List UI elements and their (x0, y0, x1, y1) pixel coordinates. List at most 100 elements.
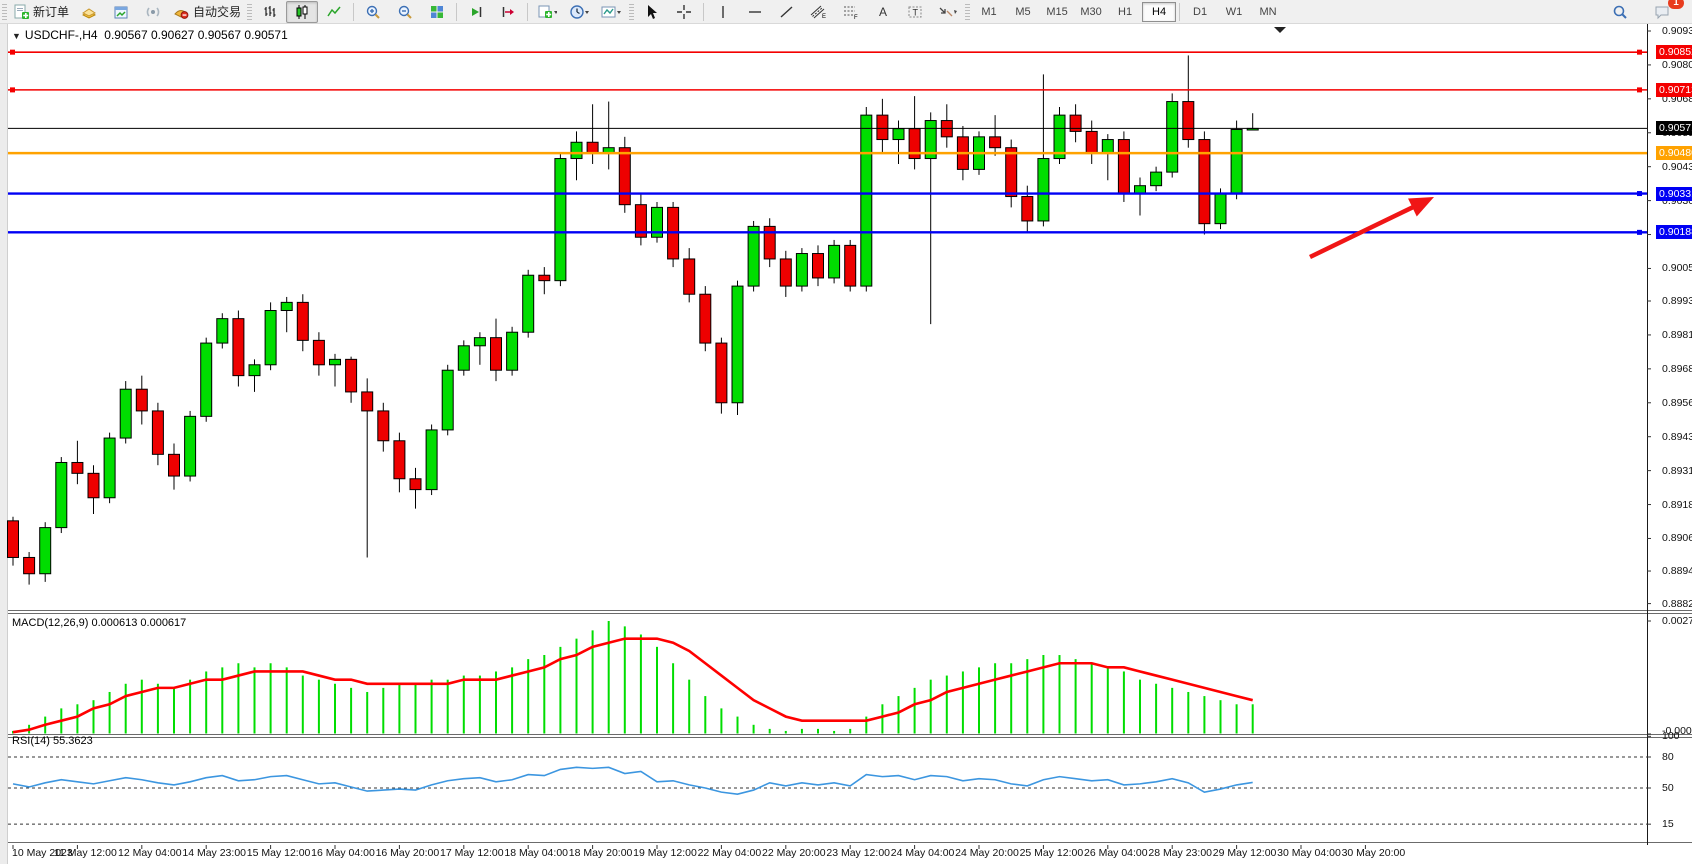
timeframe-m1-button[interactable]: M1 (972, 2, 1006, 22)
macd-max-label: 0.00273 (1662, 615, 1692, 627)
candle (1151, 172, 1162, 186)
chart-symbol-period: USDCHF-,H4 (25, 28, 98, 42)
svg-text:T: T (913, 7, 919, 17)
signals-button[interactable] (137, 1, 169, 23)
chart-shift-marker-icon[interactable] (1274, 27, 1286, 33)
time-axis-label: 19 May 12:00 (633, 847, 697, 859)
toolbar-grip[interactable] (247, 4, 252, 20)
new-order-button[interactable]: 新订单 (9, 1, 73, 23)
chart-window-icon (113, 4, 129, 20)
trend-arrow-annotation[interactable] (1310, 197, 1434, 257)
autotrading-button[interactable]: 自动交易 (169, 1, 245, 23)
svg-text:E: E (822, 14, 826, 20)
candle (281, 302, 292, 310)
candle (684, 259, 695, 294)
macd-indicator-label: MACD(12,26,9) 0.000613 0.000617 (12, 617, 186, 629)
time-axis-label: 24 May 20:00 (955, 847, 1019, 859)
candle (313, 340, 324, 364)
timeframe-d1-button[interactable]: D1 (1183, 2, 1217, 22)
timeframe-m15-button[interactable]: M15 (1040, 2, 1074, 22)
rsi-indicator-label: RSI(14) 55.3623 (12, 735, 93, 747)
candle (24, 557, 35, 573)
arrows-tool-button[interactable] (931, 1, 963, 23)
auto-scroll-button[interactable] (460, 1, 492, 23)
candle (8, 521, 19, 558)
time-axis-label: 24 May 04:00 (891, 847, 955, 859)
price-marker-pivot: 0.90480 (1656, 146, 1692, 160)
candlestick-chart-type-button[interactable] (286, 1, 318, 23)
time-axis-label: 28 May 23:00 (1148, 847, 1212, 859)
candle (72, 462, 83, 473)
vertical-line-icon (715, 4, 731, 20)
rsi-level-label: 15 (1662, 818, 1674, 830)
new-chart-button[interactable] (531, 1, 563, 23)
price-tick-label: 0.89685 (1662, 363, 1692, 375)
text-label-tool-button[interactable]: T (899, 1, 931, 23)
price-tick-label: 0.90805 (1662, 59, 1692, 71)
charts-button[interactable] (105, 1, 137, 23)
main-toolbar: 新订单 自动交易 (0, 0, 1692, 24)
horizontal-line-tool-button[interactable] (739, 1, 771, 23)
timeframe-h4-button[interactable]: H4 (1142, 2, 1176, 22)
candlestick-chart-canvas[interactable] (0, 23, 1692, 864)
chart-window: ▼USDCHF-,H4 0.90567 0.90627 0.90567 0.90… (0, 23, 1692, 864)
toolbar-grip[interactable] (2, 4, 7, 20)
text-tool-button[interactable]: A (867, 1, 899, 23)
crosshair-icon (676, 4, 692, 20)
market-watch-button[interactable] (73, 1, 105, 23)
clock-icon (569, 4, 589, 20)
timeframe-mn-button[interactable]: MN (1251, 2, 1285, 22)
chart-collapse-icon[interactable]: ▼ (12, 31, 21, 41)
toolbar-grip[interactable] (965, 4, 970, 20)
time-axis-label: 16 May 04:00 (311, 847, 375, 859)
candle (796, 254, 807, 287)
macd-panel (13, 621, 1253, 734)
search-button[interactable] (1604, 1, 1636, 23)
zoom-out-button[interactable] (389, 1, 421, 23)
cursor-button[interactable] (636, 1, 668, 23)
zoom-in-button[interactable] (357, 1, 389, 23)
bar-chart-type-button[interactable] (254, 1, 286, 23)
trendline-tool-button[interactable] (771, 1, 803, 23)
fibonacci-tool-button[interactable]: F (835, 1, 867, 23)
candle (1118, 140, 1129, 194)
candle (120, 389, 131, 438)
price-marker-resistance: 0.90852 (1656, 45, 1692, 59)
candle (829, 245, 840, 278)
candle (990, 137, 1001, 148)
autotrading-label: 自动交易 (193, 3, 241, 20)
vertical-line-tool-button[interactable] (707, 1, 739, 23)
timeframe-m30-button[interactable]: M30 (1074, 2, 1108, 22)
crosshair-button[interactable] (668, 1, 700, 23)
candle (1231, 130, 1242, 194)
notifications-button[interactable]: 1 (1646, 1, 1678, 23)
candle (1102, 140, 1113, 154)
price-tick-label: 0.89060 (1662, 532, 1692, 544)
zoom-out-icon (397, 4, 413, 20)
toolbar-grip[interactable] (629, 4, 634, 20)
template-icon (601, 4, 621, 20)
line-chart-type-button[interactable] (318, 1, 350, 23)
candle (40, 528, 51, 574)
chart-shift-button[interactable] (492, 1, 524, 23)
periods-button[interactable] (563, 1, 595, 23)
timeframe-m5-button[interactable]: M5 (1006, 2, 1040, 22)
candle (136, 389, 147, 411)
timeframe-h1-button[interactable]: H1 (1108, 2, 1142, 22)
time-axis-label: 26 May 04:00 (1084, 847, 1148, 859)
autotrading-icon (173, 4, 189, 20)
time-axis-label: 18 May 20:00 (569, 847, 633, 859)
chart-title: ▼USDCHF-,H4 0.90567 0.90627 0.90567 0.90… (12, 28, 288, 42)
candle (1215, 194, 1226, 224)
channel-icon: E (810, 4, 828, 20)
rsi-line (13, 767, 1253, 794)
panel-borders (8, 23, 1692, 864)
tile-windows-button[interactable] (421, 1, 453, 23)
templates-button[interactable] (595, 1, 627, 23)
new-order-label: 新订单 (33, 3, 69, 20)
price-tick-label: 0.89435 (1662, 431, 1692, 443)
candle (330, 359, 341, 364)
equidistant-channel-tool-button[interactable]: E (803, 1, 835, 23)
timeframe-w1-button[interactable]: W1 (1217, 2, 1251, 22)
price-marker-resistance: 0.90713 (1656, 83, 1692, 97)
